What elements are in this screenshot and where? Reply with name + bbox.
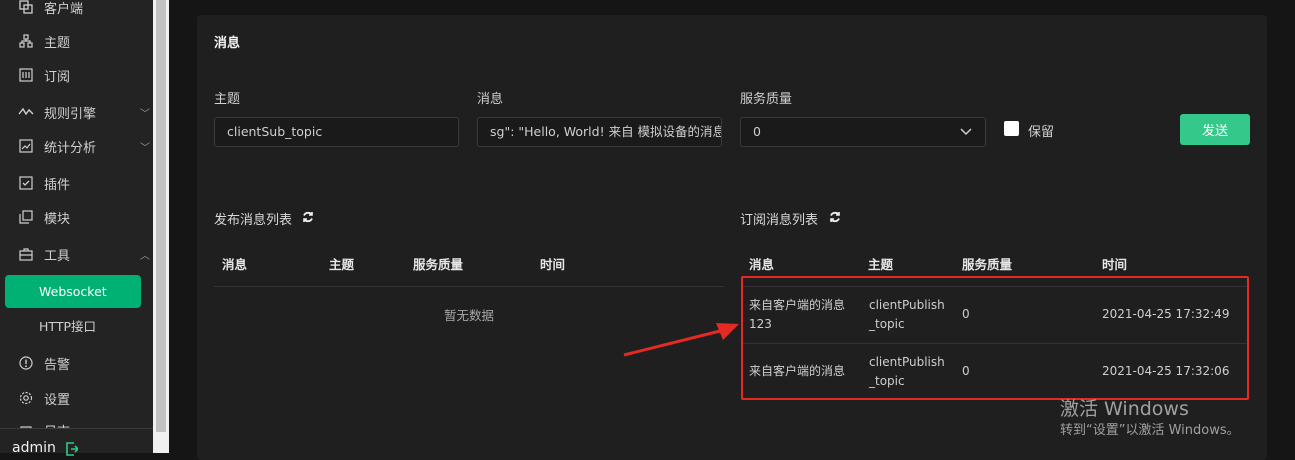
sidebar-item-label: 告警 xyxy=(44,357,71,373)
sidebar-item-label: 工具 xyxy=(44,248,71,264)
username: admin xyxy=(12,440,56,456)
publish-list-title: 发布消息列表 xyxy=(214,213,293,228)
qos-select[interactable]: 0 xyxy=(740,117,986,147)
sidebar-item-label: 客户端 xyxy=(44,1,84,17)
activation-watermark-subtitle: 转到“设置”以激活 Windows。 xyxy=(1060,423,1240,438)
sidebar-item-logs[interactable]: 日志 xyxy=(0,413,153,429)
sidebar-subitem-websocket[interactable]: Websocket xyxy=(0,274,153,308)
retain-label: 保留 xyxy=(1028,125,1055,140)
sidebar-item-modules[interactable]: 模块 xyxy=(0,200,153,234)
sidebar-subitem-label: HTTP接口 xyxy=(39,318,96,334)
settings-icon xyxy=(18,390,34,406)
activation-watermark-title: 激活 Windows xyxy=(1060,398,1189,420)
logout-icon[interactable] xyxy=(66,442,80,456)
chevron-up-icon: ︿ xyxy=(140,250,150,262)
tools-icon xyxy=(18,246,34,262)
chevron-down-icon: ﹀ xyxy=(140,108,150,120)
sidebar-item-topics[interactable]: 主题 xyxy=(0,24,153,58)
plugin-icon xyxy=(18,175,34,191)
sidebar-scrollbar-thumb[interactable] xyxy=(156,0,166,432)
sidebar-item-label: 设置 xyxy=(44,392,71,408)
publish-header-divider xyxy=(214,286,724,287)
sidebar: 客户端 主题 订阅 规则引擎 ﹀ 统计分析 ﹀ 插件 模块 工具 ︿ Webso… xyxy=(0,0,153,456)
refresh-icon[interactable] xyxy=(829,211,841,223)
publish-col-message: 消息 xyxy=(222,257,248,272)
sidebar-item-plugins[interactable]: 插件 xyxy=(0,166,153,200)
topic-input[interactable]: clientSub_topic xyxy=(214,117,459,147)
sidebar-footer-divider xyxy=(0,428,153,429)
qos-label: 服务质量 xyxy=(740,92,793,107)
subscribe-col-topic: 主题 xyxy=(868,257,894,272)
sidebar-item-label: 模块 xyxy=(44,211,71,227)
sidebar-subitem-http-api[interactable]: HTTP接口 xyxy=(0,308,153,342)
sidebar-item-tools[interactable]: 工具 ︿ xyxy=(0,237,153,271)
retain-checkbox[interactable] xyxy=(1004,121,1019,136)
subscribe-col-message: 消息 xyxy=(749,257,775,272)
publish-col-topic: 主题 xyxy=(329,257,355,272)
sidebar-item-alarms[interactable]: 告警 xyxy=(0,346,153,380)
publish-col-time: 时间 xyxy=(540,257,566,272)
topic-icon xyxy=(18,33,34,49)
sidebar-item-subscriptions[interactable]: 订阅 xyxy=(0,58,153,92)
sidebar-item-label: 规则引擎 xyxy=(44,106,97,122)
rule-engine-icon xyxy=(18,104,34,120)
subscribe-col-qos: 服务质量 xyxy=(962,257,1013,272)
message-input[interactable]: sg": "Hello, World! 来自 模拟设备的消息1' xyxy=(477,117,722,147)
publish-col-qos: 服务质量 xyxy=(413,257,464,272)
sidebar-item-label: 主题 xyxy=(44,35,71,51)
subscription-icon xyxy=(18,67,34,83)
highlight-box xyxy=(741,276,1249,400)
sidebar-item-settings[interactable]: 设置 xyxy=(0,381,153,415)
analytics-icon xyxy=(18,138,34,154)
annotation-arrow-icon xyxy=(623,323,739,357)
chevron-down-icon xyxy=(960,125,972,140)
message-label: 消息 xyxy=(477,92,504,107)
client-icon xyxy=(18,0,34,15)
sidebar-subitem-label: Websocket xyxy=(39,283,107,299)
sidebar-item-label: 订阅 xyxy=(44,69,71,85)
sidebar-item-rule-engine[interactable]: 规则引擎 ﹀ xyxy=(0,95,153,129)
sidebar-item-label: 统计分析 xyxy=(44,140,97,156)
alarm-icon xyxy=(18,355,34,371)
module-icon xyxy=(18,209,34,225)
subscribe-col-time: 时间 xyxy=(1102,257,1128,272)
subscribe-list-title: 订阅消息列表 xyxy=(740,213,819,228)
sidebar-item-analytics[interactable]: 统计分析 ﹀ xyxy=(0,129,153,163)
panel-title: 消息 xyxy=(214,36,241,51)
publish-empty-text: 暂无数据 xyxy=(444,308,495,323)
send-button[interactable]: 发送 xyxy=(1180,114,1250,145)
sidebar-item-clients[interactable]: 客户端 xyxy=(0,0,153,24)
topic-label: 主题 xyxy=(214,92,241,107)
refresh-icon[interactable] xyxy=(302,211,314,223)
chevron-down-icon: ﹀ xyxy=(140,142,150,154)
sidebar-item-label: 插件 xyxy=(44,177,71,193)
